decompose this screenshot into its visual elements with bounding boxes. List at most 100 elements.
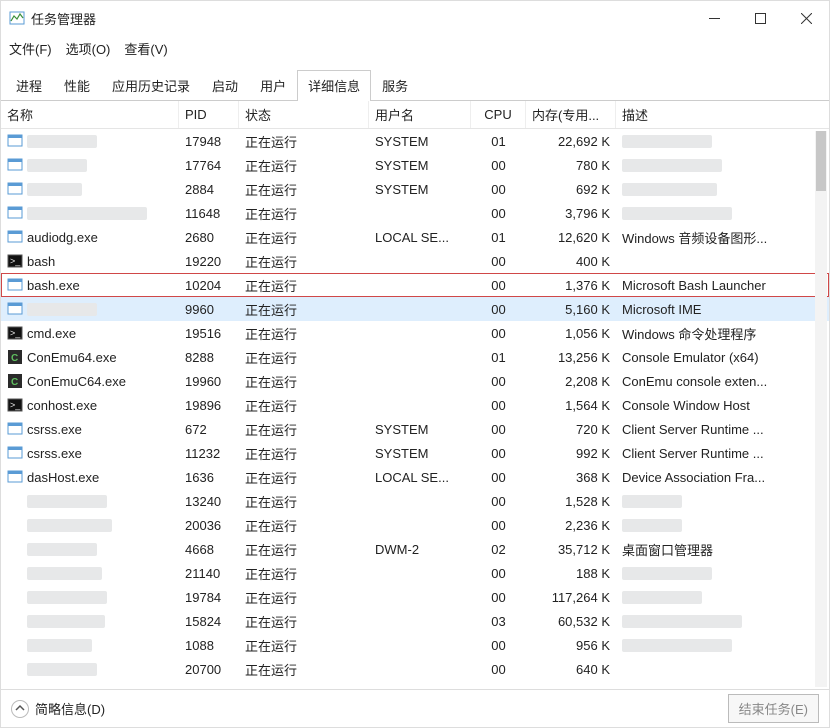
menu-file[interactable]: 文件(F) [9, 39, 52, 58]
cell-name [1, 513, 179, 537]
cell-name: >_conhost.exe [1, 393, 179, 417]
end-task-button[interactable]: 结束任务(E) [728, 694, 819, 723]
cell-mem: 117,264 K [526, 585, 616, 609]
maximize-button[interactable] [737, 1, 783, 35]
menu-options[interactable]: 选项(O) [66, 39, 111, 58]
tab-startup[interactable]: 启动 [201, 70, 249, 101]
cell-status: 正在运行 [239, 177, 369, 201]
cell-name [1, 153, 179, 177]
cell-status: 正在运行 [239, 297, 369, 321]
cell-cpu: 00 [471, 513, 526, 537]
cell-user: DWM-2 [369, 537, 471, 561]
tab-services[interactable]: 服务 [371, 70, 419, 101]
cell-status: 正在运行 [239, 585, 369, 609]
table-row[interactable]: 17764正在运行SYSTEM00780 K [1, 153, 829, 177]
table-row[interactable]: 21140正在运行00188 K [1, 561, 829, 585]
cell-status: 正在运行 [239, 393, 369, 417]
cell-user [369, 201, 471, 225]
redacted-name [27, 543, 97, 556]
redacted-desc [622, 639, 732, 652]
cell-cpu: 00 [471, 393, 526, 417]
cell-user [369, 657, 471, 681]
table-row[interactable]: 11648正在运行003,796 K [1, 201, 829, 225]
table-row[interactable]: audiodg.exe2680正在运行LOCAL SE...0112,620 K… [1, 225, 829, 249]
fewer-details-label[interactable]: 简略信息(D) [35, 699, 105, 718]
table-row[interactable]: 2884正在运行SYSTEM00692 K [1, 177, 829, 201]
redacted-desc [622, 591, 702, 604]
cell-status: 正在运行 [239, 513, 369, 537]
table-row[interactable]: >_bash19220正在运行00400 K [1, 249, 829, 273]
cell-pid: 1636 [179, 465, 239, 489]
cell-desc [616, 513, 829, 537]
table-row[interactable]: CConEmu64.exe8288正在运行0113,256 KConsole E… [1, 345, 829, 369]
table-row[interactable]: >_conhost.exe19896正在运行001,564 KConsole W… [1, 393, 829, 417]
table-row[interactable]: csrss.exe672正在运行SYSTEM00720 KClient Serv… [1, 417, 829, 441]
table-row[interactable]: bash.exe10204正在运行001,376 KMicrosoft Bash… [1, 273, 829, 297]
cell-user: SYSTEM [369, 177, 471, 201]
table-row[interactable]: 13240正在运行001,528 K [1, 489, 829, 513]
redacted-name [27, 663, 97, 676]
cell-name [1, 177, 179, 201]
col-cpu[interactable]: CPU [471, 101, 526, 128]
fewer-details-chevron-icon[interactable] [11, 700, 29, 718]
cell-status: 正在运行 [239, 417, 369, 441]
table-row[interactable]: 19784正在运行00117,264 K [1, 585, 829, 609]
cell-user [369, 561, 471, 585]
cell-desc [616, 585, 829, 609]
col-desc[interactable]: 描述 [616, 101, 829, 128]
cell-mem: 2,236 K [526, 513, 616, 537]
cell-status: 正在运行 [239, 129, 369, 153]
cell-pid: 4668 [179, 537, 239, 561]
col-status[interactable]: 状态 [239, 101, 369, 128]
process-name: ConEmu64.exe [27, 350, 117, 365]
redacted-name [27, 207, 147, 220]
redacted-name [27, 567, 102, 580]
cell-name: >_bash [1, 249, 179, 273]
cell-status: 正在运行 [239, 345, 369, 369]
col-mem[interactable]: 内存(专用... [526, 101, 616, 128]
scrollbar-thumb[interactable] [816, 131, 826, 191]
table-row[interactable]: csrss.exe11232正在运行SYSTEM00992 KClient Se… [1, 441, 829, 465]
col-pid[interactable]: PID [179, 101, 239, 128]
tab-processes[interactable]: 进程 [5, 70, 53, 101]
cell-name: audiodg.exe [1, 225, 179, 249]
cell-mem: 1,376 K [526, 273, 616, 297]
table-row[interactable]: dasHost.exe1636正在运行LOCAL SE...00368 KDev… [1, 465, 829, 489]
table-row[interactable]: 9960正在运行005,160 KMicrosoft IME [1, 297, 829, 321]
close-button[interactable] [783, 1, 829, 35]
table-row[interactable]: 4668正在运行DWM-20235,712 K桌面窗口管理器 [1, 537, 829, 561]
cell-mem: 992 K [526, 441, 616, 465]
tab-details[interactable]: 详细信息 [297, 70, 371, 101]
menu-view[interactable]: 查看(V) [124, 39, 167, 58]
cell-desc [616, 561, 829, 585]
svg-text:>_: >_ [10, 400, 21, 410]
tab-history[interactable]: 应用历史记录 [101, 70, 201, 101]
cell-mem: 12,620 K [526, 225, 616, 249]
cell-mem: 720 K [526, 417, 616, 441]
table-row[interactable]: CConEmuC64.exe19960正在运行002,208 KConEmu c… [1, 369, 829, 393]
table-row[interactable]: 1088正在运行00956 K [1, 633, 829, 657]
svg-text:C: C [11, 377, 18, 388]
cell-mem: 22,692 K [526, 129, 616, 153]
redacted-name [27, 615, 105, 628]
table-row[interactable]: 20036正在运行002,236 K [1, 513, 829, 537]
cell-desc [616, 657, 829, 681]
tab-performance[interactable]: 性能 [53, 70, 101, 101]
table-row[interactable]: >_cmd.exe19516正在运行001,056 KWindows 命令处理程… [1, 321, 829, 345]
minimize-button[interactable] [691, 1, 737, 35]
col-user[interactable]: 用户名 [369, 101, 471, 128]
cell-cpu: 00 [471, 561, 526, 585]
menubar: 文件(F) 选项(O) 查看(V) [1, 35, 829, 61]
cell-pid: 19220 [179, 249, 239, 273]
tab-users[interactable]: 用户 [249, 70, 297, 101]
redacted-desc [622, 207, 732, 220]
table-body: 17948正在运行SYSTEM0122,692 K17764正在运行SYSTEM… [1, 129, 829, 689]
table-row[interactable]: 15824正在运行0360,532 K [1, 609, 829, 633]
col-name[interactable]: 名称 [1, 101, 179, 128]
cell-name: dasHost.exe [1, 465, 179, 489]
table-row[interactable]: 17948正在运行SYSTEM0122,692 K [1, 129, 829, 153]
cell-name [1, 633, 179, 657]
process-name: csrss.exe [27, 446, 82, 461]
table-row[interactable]: 20700正在运行00640 K [1, 657, 829, 681]
vertical-scrollbar[interactable] [815, 131, 827, 687]
